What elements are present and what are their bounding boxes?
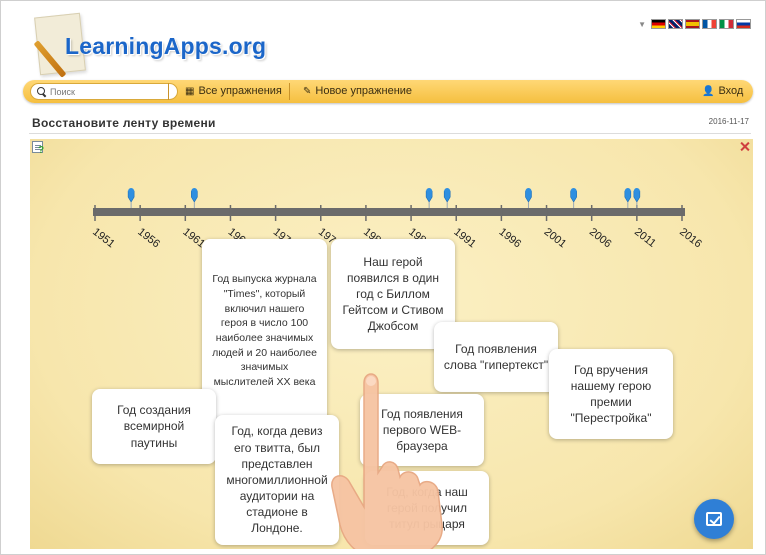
check-icon	[706, 512, 722, 526]
timeline-drop-marker[interactable]	[443, 188, 451, 208]
timeline-drop-marker[interactable]	[525, 188, 532, 208]
exercise-area: ? 1951 1956 1961 196 197 197 198 198 1991 1996 200…	[30, 139, 753, 549]
timeline-drop-marker[interactable]	[127, 188, 135, 208]
timeline-drop-marker[interactable]	[425, 188, 433, 208]
user-icon: 👤	[702, 85, 715, 97]
flag-de-icon[interactable]	[651, 19, 666, 29]
event-card[interactable]: Год вручения нашему герою премии "Перест…	[549, 349, 673, 439]
all-exercises-label: Все упражнения	[198, 85, 282, 97]
timeline-drop-marker[interactable]	[570, 188, 577, 208]
flag-gb-icon[interactable]	[668, 19, 683, 29]
title-divider	[29, 133, 751, 134]
login-label: Вход	[718, 85, 744, 97]
timeline-tick-label: 2001	[542, 226, 569, 251]
nav-separator	[289, 83, 290, 100]
nav-separator	[168, 83, 169, 100]
timeline-tick-label: 2011	[632, 226, 658, 250]
timeline-tick-label: 1951	[90, 226, 117, 251]
login-link[interactable]: 👤 Вход	[702, 85, 743, 97]
timeline-bar	[93, 208, 685, 216]
timeline-drop-marker[interactable]	[633, 188, 641, 208]
event-card[interactable]: Год создания всемирной паутины	[92, 389, 216, 464]
page-title: Восстановите ленту времени	[32, 116, 216, 130]
grid-icon: ▦	[185, 85, 195, 97]
timeline-drop-marker[interactable]	[624, 188, 632, 208]
new-exercise-label: Новое упражнение	[315, 85, 413, 97]
language-selector[interactable]: ▼	[638, 19, 751, 29]
event-card[interactable]: Год появления первого WEB-браузера	[360, 394, 484, 466]
flag-es-icon[interactable]	[685, 19, 700, 29]
pencil-icon: ✎	[303, 85, 312, 97]
new-exercise-link[interactable]: ✎ Новое упражнение	[303, 85, 412, 97]
event-card[interactable]: Год, когда девиз его твитта, был предста…	[215, 415, 339, 545]
nav-bar: ▦ Все упражнения ✎ Новое упражнение 👤 Вх…	[23, 80, 753, 103]
timeline-tick-label: 2016	[677, 226, 704, 251]
logo[interactable]: LearningApps.org	[33, 12, 277, 85]
timeline-tick-label: 1991	[451, 226, 478, 251]
page: LearningApps.org ▼ ▦ Все упражнения ✎ Но…	[0, 0, 766, 555]
all-exercises-link[interactable]: ▦ Все упражнения	[185, 85, 282, 97]
logo-text: LearningApps.org	[65, 33, 267, 59]
timeline-tick-label: 1956	[135, 226, 162, 251]
flag-ru-icon[interactable]	[736, 19, 751, 29]
check-answers-button[interactable]	[694, 499, 734, 539]
search-box[interactable]	[30, 83, 178, 100]
page-date: 2016-11-17	[708, 117, 749, 126]
event-card[interactable]: Год выпуска журнала "Times", который вкл…	[202, 239, 327, 423]
flag-fr-icon[interactable]	[702, 19, 717, 29]
event-card[interactable]: Год появления слова "гипертекст"	[434, 322, 558, 392]
flag-it-icon[interactable]	[719, 19, 734, 29]
search-icon	[37, 86, 47, 97]
dropdown-arrow-icon[interactable]: ▼	[638, 20, 646, 29]
event-card[interactable]: Год, когда наш герой получил титул рыцар…	[365, 471, 489, 545]
timeline-tick-label: 2006	[587, 226, 614, 251]
timeline-tick-label: 1996	[497, 226, 524, 251]
search-input[interactable]	[50, 86, 170, 97]
timeline-drop-marker[interactable]	[191, 188, 198, 208]
